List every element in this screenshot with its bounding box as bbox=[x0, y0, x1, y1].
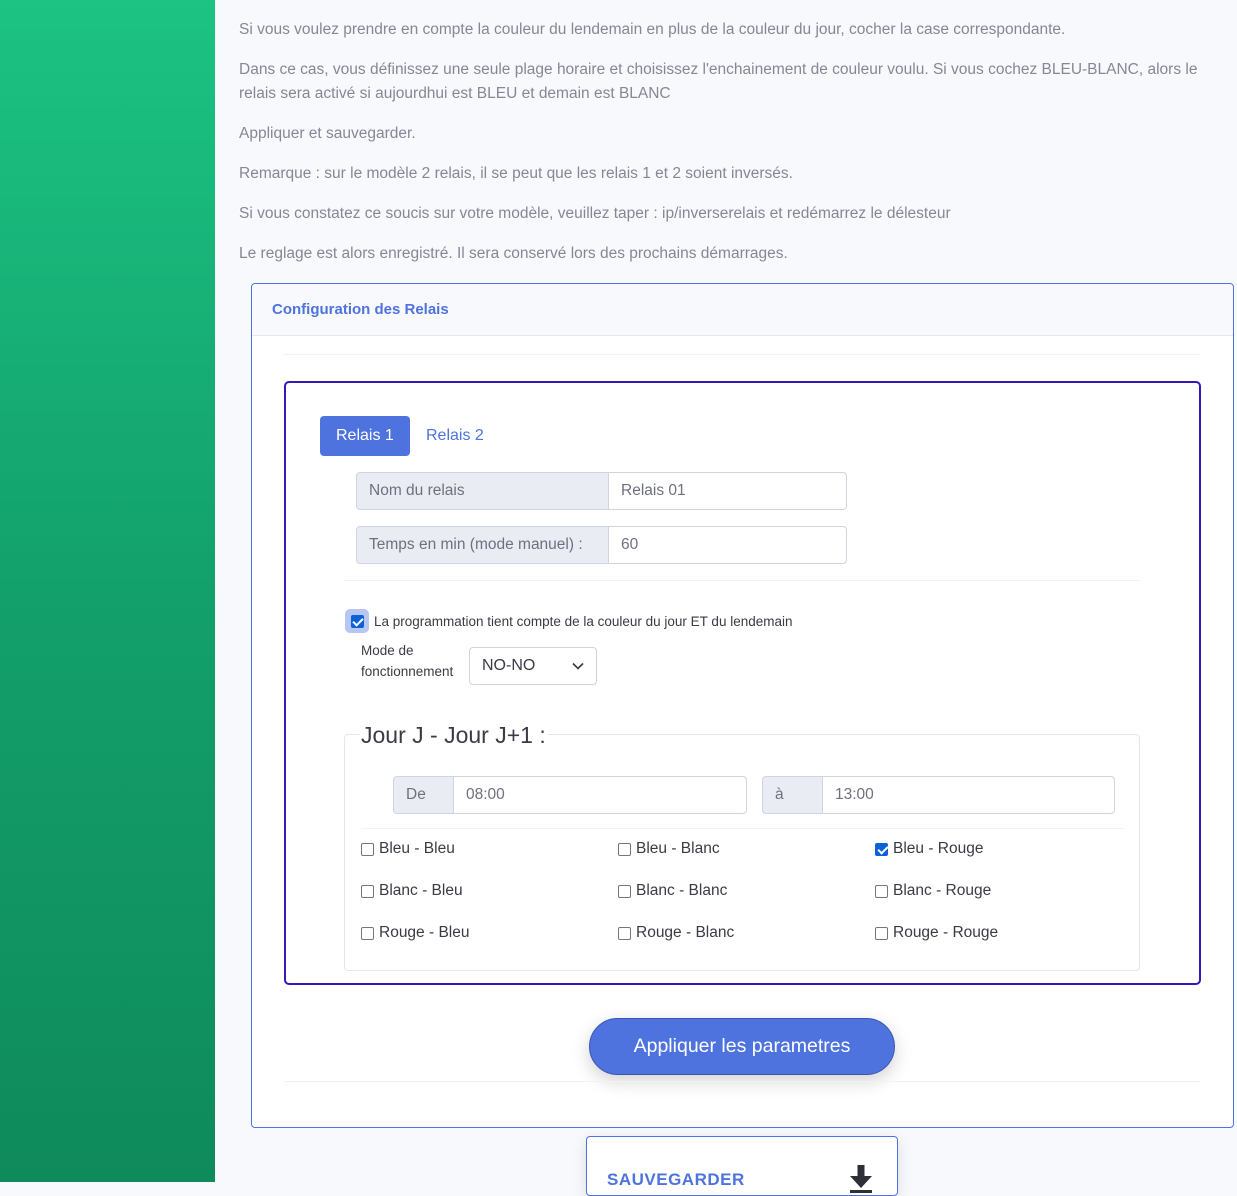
to-time-group: à 13:00 bbox=[762, 776, 1115, 814]
combo-checkbox[interactable] bbox=[875, 842, 888, 856]
mode-select[interactable]: NO-NO bbox=[469, 647, 597, 685]
manual-time-group: Temps en min (mode manuel) : 60 bbox=[356, 526, 847, 564]
help-text-3: Appliquer et sauvegarder. bbox=[239, 125, 416, 142]
combo-label: Bleu - Rouge bbox=[893, 840, 984, 857]
help-text-1: Si vous voulez prendre en compte la coul… bbox=[239, 21, 1066, 38]
main-content: Si vous voulez prendre en compte la coul… bbox=[215, 0, 1237, 1196]
relay-name-label: Nom du relais bbox=[356, 472, 609, 510]
chevron-down-icon bbox=[572, 662, 584, 670]
combo-blanc-blanc[interactable]: Blanc - Blanc bbox=[618, 882, 727, 900]
combo-label: Rouge - Blanc bbox=[636, 924, 735, 941]
combo-blanc-bleu[interactable]: Blanc - Bleu bbox=[361, 882, 463, 900]
save-button-label: SAUVEGARDER bbox=[607, 1170, 745, 1189]
tab-relais-2[interactable]: Relais 2 bbox=[410, 416, 500, 456]
combo-checkbox[interactable] bbox=[618, 842, 631, 856]
combo-rouge-blanc[interactable]: Rouge - Blanc bbox=[618, 924, 734, 942]
from-label: De bbox=[393, 776, 454, 814]
from-time-input[interactable]: 08:00 bbox=[454, 776, 747, 814]
combo-bleu-rouge[interactable]: Bleu - Rouge bbox=[875, 840, 983, 858]
tomorrow-checkbox[interactable] bbox=[350, 614, 364, 628]
help-text-2: Dans ce cas, vous définissez une seule p… bbox=[239, 61, 1198, 102]
combo-checkbox[interactable] bbox=[875, 884, 888, 898]
schedule-fieldset: Jour J - Jour J+1 : De 08:00 à 13:00 Ble… bbox=[344, 721, 1140, 971]
combo-checkbox[interactable] bbox=[618, 884, 631, 898]
tab-relais-1[interactable]: Relais 1 bbox=[320, 416, 410, 456]
combo-label: Blanc - Blanc bbox=[636, 882, 728, 899]
combo-label: Blanc - Bleu bbox=[379, 882, 463, 899]
to-label: à bbox=[762, 776, 823, 814]
save-card[interactable]: SAUVEGARDER bbox=[586, 1136, 898, 1196]
divider bbox=[284, 1081, 1201, 1082]
combo-checkbox[interactable] bbox=[618, 926, 631, 940]
schedule-legend: Jour J - Jour J+1 : bbox=[359, 721, 548, 749]
from-time-group: De 08:00 bbox=[393, 776, 747, 814]
relay-name-input[interactable]: Relais 01 bbox=[609, 472, 847, 510]
combo-rouge-rouge[interactable]: Rouge - Rouge bbox=[875, 924, 998, 942]
combo-label: Bleu - Bleu bbox=[379, 840, 455, 857]
combo-bleu-blanc[interactable]: Bleu - Blanc bbox=[618, 840, 720, 858]
divider bbox=[284, 354, 1201, 355]
combo-checkbox[interactable] bbox=[361, 842, 374, 856]
mode-label-line-1: Mode de bbox=[361, 643, 414, 658]
relay-config-card: Configuration des Relais Relais 1 Relais… bbox=[251, 283, 1234, 1128]
download-icon bbox=[850, 1165, 872, 1193]
combo-checkbox[interactable] bbox=[361, 926, 374, 940]
divider bbox=[361, 828, 1123, 829]
tomorrow-checkbox-label: La programmation tient compte de la coul… bbox=[374, 614, 793, 629]
mode-label-line-2: fonctionnement bbox=[361, 664, 454, 679]
combo-label: Rouge - Rouge bbox=[893, 924, 999, 941]
manual-time-label: Temps en min (mode manuel) : bbox=[356, 526, 609, 564]
help-text-6: Le reglage est alors enregistré. Il sera… bbox=[239, 245, 788, 262]
manual-time-input[interactable]: 60 bbox=[609, 526, 847, 564]
combo-blanc-rouge[interactable]: Blanc - Rouge bbox=[875, 882, 991, 900]
combo-label: Rouge - Bleu bbox=[379, 924, 470, 941]
help-text-5: Si vous constatez ce soucis sur votre mo… bbox=[239, 205, 951, 222]
combo-rouge-bleu[interactable]: Rouge - Bleu bbox=[361, 924, 469, 942]
mode-select-value: NO-NO bbox=[482, 657, 536, 674]
mode-label: Mode de fonctionnement bbox=[361, 640, 453, 682]
to-time-input[interactable]: 13:00 bbox=[823, 776, 1115, 814]
card-title: Configuration des Relais bbox=[252, 284, 1233, 336]
help-text-4: Remarque : sur le modèle 2 relais, il se… bbox=[239, 165, 793, 182]
combo-checkbox[interactable] bbox=[361, 884, 374, 898]
tomorrow-checkbox-focus[interactable] bbox=[345, 609, 369, 633]
divider bbox=[344, 580, 1140, 581]
sidebar bbox=[0, 0, 215, 1182]
apply-settings-button[interactable]: Appliquer les parametres bbox=[589, 1018, 895, 1075]
combo-label: Blanc - Rouge bbox=[893, 882, 992, 899]
combo-label: Bleu - Blanc bbox=[636, 840, 720, 857]
combo-checkbox[interactable] bbox=[875, 926, 888, 940]
relay-panel: Relais 1 Relais 2 Nom du relais Relais 0… bbox=[284, 381, 1201, 985]
combo-bleu-bleu[interactable]: Bleu - Bleu bbox=[361, 840, 455, 858]
relay-name-group: Nom du relais Relais 01 bbox=[356, 472, 847, 510]
